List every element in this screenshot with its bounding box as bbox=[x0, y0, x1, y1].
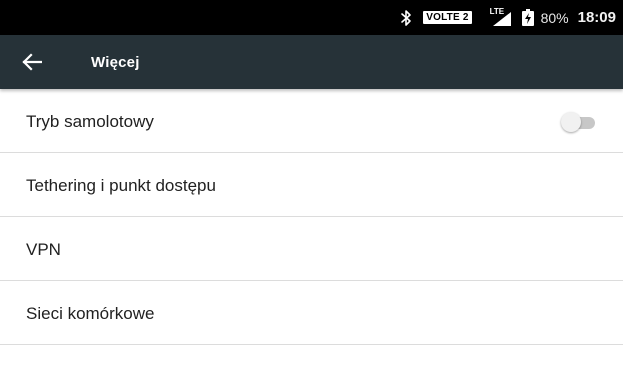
setting-label: VPN bbox=[26, 240, 61, 259]
arrow-back-icon bbox=[22, 53, 42, 71]
status-bar: VOLTE 2 LTE 80% 18:09 bbox=[0, 0, 623, 35]
battery-charging-icon bbox=[521, 9, 534, 26]
setting-label: Tethering i punkt dostępu bbox=[26, 176, 216, 195]
airplane-mode-toggle[interactable] bbox=[561, 112, 595, 132]
setting-vpn[interactable]: VPN bbox=[0, 217, 623, 281]
signal-icon bbox=[492, 11, 511, 26]
bluetooth-icon bbox=[401, 9, 412, 26]
setting-label: Tryb samolotowy bbox=[26, 112, 154, 131]
setting-airplane-mode[interactable]: Tryb samolotowy bbox=[0, 89, 623, 153]
volte-badge: VOLTE 2 bbox=[423, 11, 472, 24]
signal-indicator: LTE bbox=[490, 7, 512, 28]
clock: 18:09 bbox=[577, 9, 616, 26]
settings-screen: VOLTE 2 LTE 80% 18:09 Więcej Tryb samolo… bbox=[0, 0, 623, 374]
back-button[interactable] bbox=[19, 49, 45, 75]
settings-list: Tryb samolotowy Tethering i punkt dostęp… bbox=[0, 89, 623, 345]
page-title: Więcej bbox=[91, 54, 140, 71]
app-toolbar: Więcej bbox=[0, 35, 623, 89]
battery-percent: 80% bbox=[540, 9, 569, 26]
toggle-thumb bbox=[561, 112, 581, 132]
setting-mobile-networks[interactable]: Sieci komórkowe bbox=[0, 281, 623, 345]
setting-tethering-hotspot[interactable]: Tethering i punkt dostępu bbox=[0, 153, 623, 217]
status-bar-indicators: VOLTE 2 LTE 80% 18:09 bbox=[399, 0, 616, 35]
setting-label: Sieci komórkowe bbox=[26, 304, 155, 323]
